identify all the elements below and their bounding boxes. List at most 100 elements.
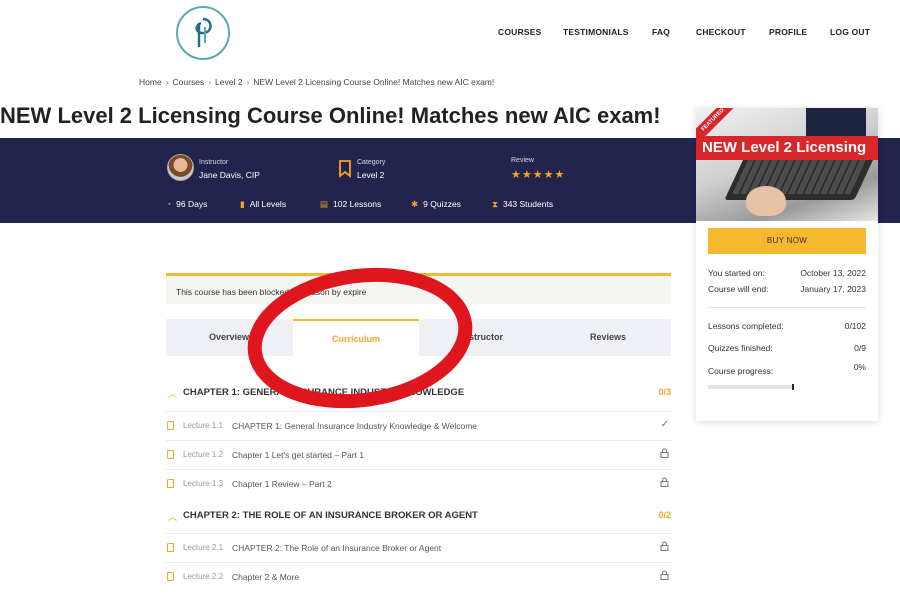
breadcrumb-separator: › — [246, 77, 250, 87]
started-row: You started on: October 13, 2022 — [708, 268, 866, 278]
chapter-title: CHAPTER 1: GENERAL INSURANCE INDUSTRY KN… — [183, 387, 465, 398]
stat-duration: ◔ 96 Days — [166, 199, 207, 209]
lessons-row: Lessons completed: 0/102 — [708, 321, 866, 331]
lecture-number: Lecture 1.3 — [183, 479, 224, 488]
lecture-number: Lecture 2.1 — [183, 543, 224, 552]
progress-bar — [708, 385, 794, 389]
buy-now-button[interactable]: BUY NOW — [708, 228, 866, 254]
nav-faq[interactable]: FAQ — [652, 27, 670, 37]
bookmark-icon — [339, 160, 351, 178]
stat-levels: ▮ All Levels — [240, 199, 286, 210]
lock-icon — [660, 541, 669, 554]
lecture-row[interactable]: Lecture 2.2 Chapter 2 & More — [166, 562, 671, 590]
lecture-row[interactable]: Lecture 1.2 Chapter 1 Let's get started … — [166, 440, 671, 468]
page-title: NEW Level 2 Licensing Course Online! Mat… — [0, 103, 661, 128]
notice-text: This course has been blocked for reason … — [176, 287, 367, 297]
breadcrumb-separator: › — [165, 77, 169, 87]
check-icon: ✓ — [660, 419, 669, 430]
stat-quizzes: ✱ 9 Quizzes — [411, 199, 461, 210]
review-label: Review — [511, 157, 534, 164]
lecture-title: Chapter 1 Let's get started – Part 1 — [232, 450, 365, 460]
chapter-header[interactable]: ︿ CHAPTER 2: THE ROLE OF AN INSURANCE BR… — [166, 509, 671, 525]
course-purchase-card: FEATURED NEW Level 2 Licensing BUY NOW Y… — [696, 108, 878, 421]
lecture-number: Lecture 2.2 — [183, 572, 224, 581]
file-icon — [167, 572, 174, 581]
chevron-up-icon: ︿ — [168, 512, 178, 522]
puzzle-icon: ✱ — [411, 199, 419, 209]
chevron-up-icon: ︿ — [168, 389, 178, 399]
breadcrumb-home[interactable]: Home — [139, 77, 162, 87]
progress-bar-marker — [792, 384, 794, 390]
lecture-row[interactable]: Lecture 2.1 CHAPTER 2: The Role of an In… — [166, 533, 671, 561]
instructor-avatar[interactable] — [167, 154, 194, 181]
lessons-icon: ▤ — [320, 199, 329, 209]
breadcrumb-current: NEW Level 2 Licensing Course Online! Mat… — [253, 77, 495, 87]
lecture-title: Chapter 2 & More — [232, 572, 300, 582]
instructor-name[interactable]: Jane Davis, CIP — [199, 170, 260, 180]
file-icon — [167, 450, 174, 459]
file-icon — [167, 543, 174, 552]
progress-label: Course progress: — [708, 366, 774, 376]
tab-overview[interactable]: Overview — [166, 319, 292, 356]
end-value: January 17, 2023 — [800, 284, 866, 294]
lock-icon — [660, 448, 669, 461]
level-bars-icon: ▮ — [240, 199, 245, 209]
lock-icon — [660, 477, 669, 490]
thumbnail-keyboard — [732, 156, 868, 194]
started-value: October 13, 2022 — [800, 268, 866, 278]
stat-students-value: 343 Students — [502, 199, 554, 209]
progress-row: Course progress: 0% — [708, 362, 866, 376]
lecture-title: CHAPTER 2: The Role of an Insurance Brok… — [232, 543, 442, 553]
nav-testimonials[interactable]: TESTIMONIALS — [563, 27, 629, 37]
category-label: Category — [357, 159, 386, 166]
breadcrumb: Home › Courses › Level 2 › NEW Level 2 Licensi… — [139, 77, 494, 87]
tab-instructor[interactable]: Instructor — [419, 319, 545, 356]
course-tabs: Overview Curriculum Instructor Reviews — [166, 319, 671, 356]
nav-logout[interactable]: LOG OUT — [830, 27, 870, 37]
lecture-number: Lecture 1.2 — [183, 450, 224, 459]
thumbnail-document — [806, 108, 866, 138]
file-icon — [167, 479, 174, 488]
instructor-label: Instructor — [199, 159, 229, 166]
lecture-title: Chapter 1 Review – Part 2 — [232, 479, 332, 489]
tab-curriculum[interactable]: Curriculum — [293, 319, 419, 356]
chapter-count: 0/2 — [658, 510, 671, 520]
stat-quizzes-value: 9 Quizzes — [423, 199, 461, 209]
thumbnail-hand — [746, 186, 786, 216]
breadcrumb-separator: › — [208, 77, 212, 87]
stat-duration-value: 96 Days — [176, 199, 208, 209]
course-blocked-notice: This course has been blocked for reason … — [166, 273, 671, 304]
card-divider — [708, 307, 866, 308]
started-label: You started on: — [708, 268, 765, 278]
course-thumbnail[interactable]: FEATURED NEW Level 2 Licensing — [696, 108, 878, 221]
stat-lessons: ▤ 102 Lessons — [320, 199, 381, 210]
quizzes-label: Quizzes finished: — [708, 343, 773, 353]
category-value[interactable]: Level 2 — [357, 170, 384, 180]
tab-reviews[interactable]: Reviews — [545, 319, 671, 356]
nav-checkout[interactable]: CHECKOUT — [696, 27, 746, 37]
nav-profile[interactable]: PROFILE — [769, 27, 807, 37]
chapter-title: CHAPTER 2: THE ROLE OF AN INSURANCE BROK… — [183, 510, 478, 521]
main-nav: COURSES TESTIMONIALS FAQ CHECKOUT PROFIL… — [0, 27, 900, 39]
quizzes-value: 0/9 — [854, 343, 866, 353]
lecture-row[interactable]: Lecture 1.1 CHAPTER 1: General Insurance… — [166, 411, 671, 439]
chapter-header[interactable]: ︿ CHAPTER 1: GENERAL INSURANCE INDUSTRY … — [166, 386, 671, 402]
quizzes-row: Quizzes finished: 0/9 — [708, 343, 866, 353]
lecture-row[interactable]: Lecture 1.3 Chapter 1 Review – Part 2 — [166, 469, 671, 497]
students-icon: ⧗ — [492, 199, 498, 209]
stat-students: ⧗ 343 Students — [492, 199, 553, 210]
lock-icon — [660, 570, 669, 583]
stat-lessons-value: 102 Lessons — [333, 199, 382, 209]
lessons-value: 0/102 — [844, 321, 866, 331]
chapter-count: 0/3 — [658, 387, 671, 397]
end-row: Course will end: January 17, 2023 — [708, 284, 866, 294]
lecture-title: CHAPTER 1: General Insurance Industry Kn… — [232, 421, 478, 431]
clock-icon: ◔ — [166, 199, 172, 209]
review-stars: ★★★★★ — [511, 169, 566, 181]
breadcrumb-level[interactable]: Level 2 — [215, 77, 242, 87]
breadcrumb-courses[interactable]: Courses — [173, 77, 205, 87]
stat-levels-value: All Levels — [249, 199, 287, 209]
thumbnail-banner: NEW Level 2 Licensing — [696, 136, 878, 160]
nav-courses[interactable]: COURSES — [498, 27, 541, 37]
file-icon — [167, 421, 174, 430]
